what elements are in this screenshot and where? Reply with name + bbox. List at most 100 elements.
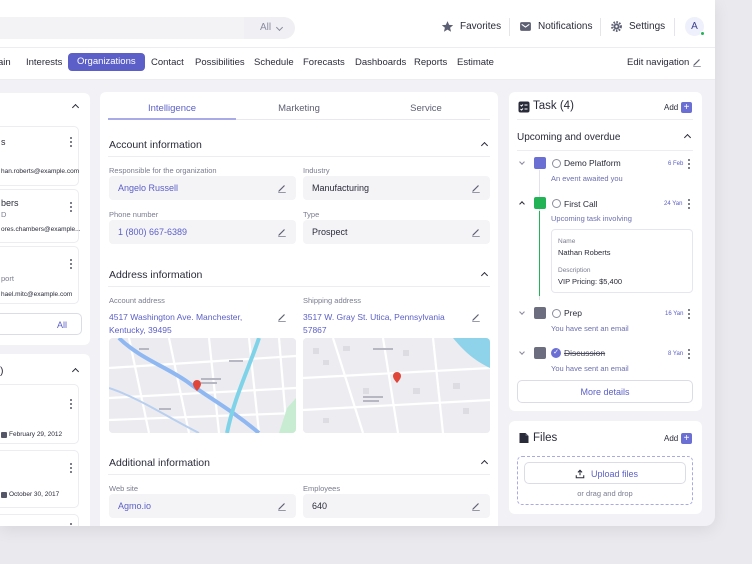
pencil-icon[interactable] <box>471 183 481 193</box>
account-address-map[interactable] <box>109 338 296 433</box>
search-scope-select[interactable]: All <box>244 17 295 39</box>
nav-item-reports[interactable]: Reports <box>414 57 447 68</box>
shipping-address-map[interactable] <box>303 338 490 433</box>
divider <box>517 150 693 151</box>
website-label: Web site <box>109 484 139 493</box>
collapse-chevron-icon[interactable] <box>71 367 80 376</box>
favorites-button[interactable]: Favorites <box>441 20 501 33</box>
contacts-panel: s han.roberts@example.com bers D ores.ch… <box>0 93 90 345</box>
more-vertical-icon[interactable] <box>70 259 72 269</box>
divider <box>509 18 510 36</box>
additional-info-title: Additional information <box>109 457 210 469</box>
search-input[interactable] <box>0 17 244 39</box>
task-item-title[interactable]: Prep <box>564 308 582 318</box>
divider <box>674 18 675 36</box>
deal-date: October 30, 2017 <box>9 491 60 498</box>
add-task-button[interactable]: Add <box>664 103 678 112</box>
upcoming-section-title: Upcoming and overdue <box>517 132 621 143</box>
industry-field[interactable]: Manufacturing <box>303 176 490 200</box>
settings-button[interactable]: Settings <box>610 20 665 33</box>
edit-navigation-label: Edit navigation <box>627 57 690 68</box>
nav-item-contact[interactable]: Contact <box>151 57 184 68</box>
task-checked-icon[interactable]: ✓ <box>551 348 561 358</box>
account-address-value[interactable]: 4517 Washington Ave. Manchester, Kentuck… <box>109 311 242 337</box>
responsible-field[interactable]: Angelo Russell <box>109 176 296 200</box>
more-vertical-icon[interactable] <box>688 199 690 209</box>
address-line: 4517 Washington Ave. Manchester, <box>109 312 243 322</box>
more-vertical-icon[interactable] <box>70 523 72 526</box>
account-info-title: Account information <box>109 139 202 151</box>
drag-drop-hint: or drag and drop <box>577 489 633 498</box>
pencil-icon[interactable] <box>471 312 481 322</box>
nav-item-organizations[interactable]: Organizations <box>68 53 145 71</box>
deal-card[interactable] <box>0 514 79 526</box>
type-field[interactable]: Prospect <box>303 220 490 244</box>
pencil-icon[interactable] <box>277 227 287 237</box>
task-checkbox[interactable] <box>552 309 561 318</box>
website-value: Agmo.io <box>118 501 152 511</box>
edit-navigation-button[interactable]: Edit navigation <box>627 57 689 68</box>
crm-app: All Favorites Notifications Settings A a… <box>0 0 715 526</box>
view-all-label: All <box>56 320 67 330</box>
collapse-chevron-icon[interactable] <box>71 103 80 112</box>
divider <box>108 474 490 475</box>
shipping-address-value[interactable]: 3517 W. Gray St. Utica, Pennsylvania 578… <box>303 311 445 337</box>
website-field[interactable]: Agmo.io <box>109 494 296 518</box>
deal-card[interactable]: February 29, 2012 <box>0 384 79 444</box>
contact-email: han.roberts@example.com <box>1 168 80 175</box>
phone-value: 1 (800) 667-6389 <box>118 227 188 237</box>
contact-card[interactable]: port hael.mitc@example.com <box>0 246 79 304</box>
tab-service[interactable]: Service <box>362 103 490 114</box>
details-tabs: Intelligence Marketing Service <box>108 98 490 120</box>
view-all-button[interactable]: All <box>0 313 82 335</box>
more-vertical-icon[interactable] <box>70 399 72 409</box>
detail-description-label: Description <box>558 267 591 274</box>
plus-icon[interactable]: + <box>681 102 692 113</box>
shipping-address-label: Shipping address <box>303 296 361 305</box>
nav-item-main[interactable]: ain <box>0 57 11 68</box>
nav-item-dashboards[interactable]: Dashboards <box>355 57 406 68</box>
contact-detail: D <box>1 210 7 219</box>
tab-intelligence[interactable]: Intelligence <box>108 103 236 114</box>
employees-value: 640 <box>312 501 328 511</box>
nav-item-interests[interactable]: Interests <box>26 57 62 68</box>
nav-item-estimate[interactable]: Estimate <box>457 57 494 68</box>
task-checkbox[interactable] <box>552 199 561 208</box>
add-file-button[interactable]: Add <box>664 434 678 443</box>
contact-email: hael.mitc@example.com <box>1 291 73 298</box>
detail-name-label: Name <box>558 238 576 245</box>
employees-field[interactable]: 640 <box>303 494 490 518</box>
contact-card[interactable]: s han.roberts@example.com <box>0 126 79 186</box>
more-vertical-icon[interactable] <box>70 137 72 147</box>
user-avatar[interactable]: A <box>685 17 705 36</box>
phone-field[interactable]: 1 (800) 667-6389 <box>109 220 296 244</box>
file-icon <box>519 433 529 443</box>
more-vertical-icon[interactable] <box>688 349 690 359</box>
more-vertical-icon[interactable] <box>70 202 72 212</box>
nav-item-possibilities[interactable]: Possibilities <box>195 57 245 68</box>
contact-card[interactable]: bers D ores.chambers@example... <box>0 189 81 243</box>
pencil-icon[interactable] <box>277 183 287 193</box>
nav-item-forecasts[interactable]: Forecasts <box>303 57 345 68</box>
task-item-title[interactable]: Demo Platform <box>564 158 621 168</box>
pencil-icon[interactable] <box>277 312 287 322</box>
task-item-subtitle: An event awaited you <box>551 174 623 183</box>
more-vertical-icon[interactable] <box>70 463 72 473</box>
task-item-title[interactable]: Discussion <box>564 348 605 358</box>
more-details-button[interactable]: More details <box>517 380 693 403</box>
pencil-icon[interactable] <box>692 57 702 67</box>
more-vertical-icon[interactable] <box>688 159 690 169</box>
divider <box>108 286 490 287</box>
deal-card[interactable]: October 30, 2017 <box>0 450 79 508</box>
notifications-button[interactable]: Notifications <box>519 20 592 33</box>
tab-marketing[interactable]: Marketing <box>235 103 363 114</box>
upload-files-button[interactable]: Upload files <box>524 462 686 484</box>
task-item-title[interactable]: First Call <box>564 199 598 209</box>
pencil-icon[interactable] <box>471 501 481 511</box>
pencil-icon[interactable] <box>277 501 287 511</box>
more-vertical-icon[interactable] <box>688 309 690 319</box>
nav-item-schedule[interactable]: Schedule <box>254 57 294 68</box>
task-checkbox[interactable] <box>552 159 561 168</box>
plus-icon[interactable]: + <box>681 433 692 444</box>
pencil-icon[interactable] <box>471 227 481 237</box>
